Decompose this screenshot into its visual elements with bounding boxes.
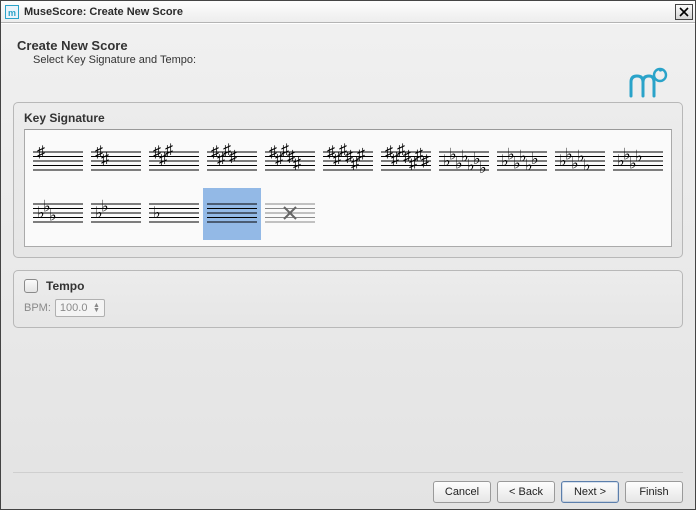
bpm-value: 100.0 — [60, 302, 88, 314]
key-signature-option[interactable] — [203, 188, 261, 240]
key-signature-option[interactable]: ♯♯♯♯♯ — [261, 136, 319, 188]
svg-text:♯: ♯ — [229, 149, 237, 166]
button-row: Cancel < Back Next > Finish — [13, 472, 683, 503]
dialog-body: Create New Score Select Key Signature an… — [1, 23, 695, 509]
key-signature-option[interactable]: ♯♯♯ — [145, 136, 203, 188]
bpm-label: BPM: — [24, 302, 51, 314]
svg-text:♯: ♯ — [165, 142, 173, 159]
window-title: MuseScore: Create New Score — [24, 6, 675, 18]
tempo-checkbox[interactable] — [24, 279, 38, 293]
svg-text:♭: ♭ — [635, 149, 643, 166]
close-icon — [679, 7, 689, 17]
musescore-logo — [627, 66, 671, 103]
key-signature-option[interactable]: ♯ — [29, 136, 87, 188]
key-signature-option[interactable]: ♯♯♯♯ — [203, 136, 261, 188]
finish-button[interactable]: Finish — [625, 481, 683, 503]
title-bar: m MuseScore: Create New Score — [1, 1, 695, 23]
svg-text:♭: ♭ — [101, 198, 109, 215]
svg-text:♯: ♯ — [37, 144, 45, 161]
svg-text:m: m — [8, 8, 16, 18]
svg-text:♯: ♯ — [101, 151, 109, 168]
svg-text:♯: ♯ — [421, 153, 429, 170]
back-button[interactable]: < Back — [497, 481, 555, 503]
tempo-panel: Tempo BPM: 100.0 ▲▼ — [13, 270, 683, 328]
key-signature-option[interactable] — [261, 188, 319, 240]
svg-text:♯: ♯ — [357, 146, 365, 163]
svg-text:♭: ♭ — [49, 207, 57, 224]
key-signature-grid: ♯♯♯♯♯♯♯♯♯♯♯♯♯♯♯♯♯♯♯♯♯♯♯♯♯♯♯♯♭♭♭♭♭♭♭♭♭♭♭♭… — [24, 129, 672, 247]
key-signature-option[interactable]: ♯♯♯♯♯♯♯ — [377, 136, 435, 188]
bpm-spinner[interactable]: 100.0 ▲▼ — [55, 299, 105, 317]
page-heading: Create New Score — [17, 38, 683, 53]
next-button[interactable]: Next > — [561, 481, 619, 503]
close-button[interactable] — [675, 4, 693, 20]
page-subheading: Select Key Signature and Tempo: — [33, 54, 683, 66]
key-signature-option[interactable]: ♯♯ — [87, 136, 145, 188]
tempo-title: Tempo — [46, 279, 84, 293]
key-signature-option[interactable]: ♭♭ — [87, 188, 145, 240]
svg-text:♭: ♭ — [153, 205, 161, 222]
svg-text:♭: ♭ — [531, 151, 539, 168]
key-signature-panel: Key Signature ♯♯♯♯♯♯♯♯♯♯♯♯♯♯♯♯♯♯♯♯♯♯♯♯♯♯… — [13, 102, 683, 258]
key-signature-title: Key Signature — [24, 111, 672, 125]
cancel-button[interactable]: Cancel — [433, 481, 491, 503]
key-signature-option[interactable]: ♯♯♯♯♯♯ — [319, 136, 377, 188]
app-icon: m — [5, 5, 19, 19]
key-signature-option[interactable]: ♭♭♭♭♭♭ — [493, 136, 551, 188]
key-signature-option[interactable]: ♭♭♭♭ — [609, 136, 667, 188]
key-signature-option[interactable]: ♭♭♭ — [29, 188, 87, 240]
key-signature-option[interactable]: ♭♭♭♭♭ — [551, 136, 609, 188]
svg-text:♯: ♯ — [293, 155, 301, 172]
key-signature-option[interactable]: ♭♭♭♭♭♭♭ — [435, 136, 493, 188]
svg-text:♭: ♭ — [583, 158, 591, 175]
spinner-arrows-icon: ▲▼ — [93, 303, 100, 313]
svg-text:♭: ♭ — [479, 160, 487, 177]
key-signature-option[interactable]: ♭ — [145, 188, 203, 240]
